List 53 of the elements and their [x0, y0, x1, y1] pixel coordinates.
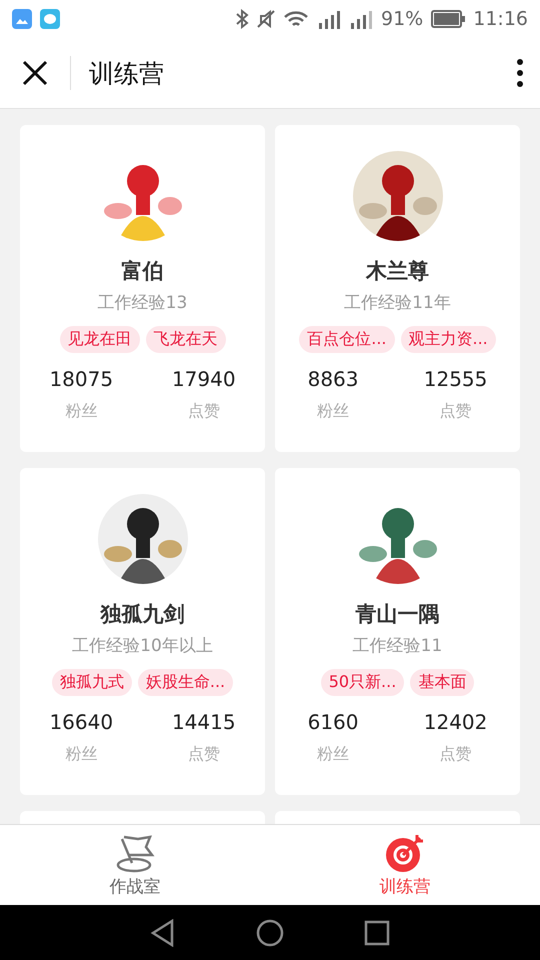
- coach-name: 独孤九剑: [100, 601, 184, 628]
- stat-value: 8863: [308, 367, 359, 391]
- coach-name: 木兰尊: [366, 258, 429, 285]
- stat-label: 点赞: [188, 401, 220, 422]
- stat-label: 点赞: [188, 744, 220, 765]
- experience-text: 工作经验13: [98, 292, 188, 314]
- battery-icon: [431, 10, 466, 28]
- coach-card[interactable]: 青山一隅 工作经验11 50只新... 基本面 6160 粉丝 12402 点赞: [275, 468, 520, 795]
- page-title: 训练营: [89, 58, 164, 90]
- experience-text: 工作经验11: [352, 635, 442, 657]
- coach-name: 青山一隅: [356, 601, 440, 628]
- battery-percent: 91%: [381, 8, 424, 30]
- experience-text: 工作经验10年以上: [72, 635, 213, 657]
- stat-label: 点赞: [440, 744, 472, 765]
- stat-value: 17940: [172, 367, 236, 391]
- signal-icon: [317, 9, 341, 29]
- stat-label: 点赞: [440, 401, 472, 422]
- stat-value: 12402: [424, 710, 488, 734]
- close-icon[interactable]: [22, 60, 48, 86]
- target-icon: [384, 832, 426, 872]
- stat-value: 6160: [308, 710, 359, 734]
- experience-text: 工作经验11年: [344, 292, 451, 314]
- stat-label: 粉丝: [317, 744, 350, 765]
- coach-card[interactable]: 木兰尊 工作经验11年 百点仓位... 观主力资... 8863 粉丝 12555 点赞: [275, 125, 520, 452]
- stat-label: 粉丝: [65, 744, 98, 765]
- more-icon[interactable]: [516, 58, 524, 88]
- skill-tag: 见龙在田: [60, 326, 140, 353]
- stat-label: 粉丝: [317, 401, 350, 422]
- stat-value: 12555: [424, 367, 488, 391]
- flag-icon: [114, 832, 156, 872]
- back-icon[interactable]: [150, 918, 176, 946]
- home-icon[interactable]: [256, 918, 284, 946]
- skill-tag: 独孤九式: [52, 669, 132, 696]
- mute-icon: [257, 9, 275, 29]
- coach-card[interactable]: 富伯 工作经验13 见龙在田 飞龙在天 18075 粉丝 17940 点赞: [20, 125, 265, 452]
- stat-value: 18075: [49, 367, 114, 391]
- gallery-icon: [12, 9, 32, 29]
- coach-card[interactable]: 独孤九剑 工作经验10年以上 独孤九式 妖股生命... 16640 粉丝 14415 点赞: [20, 468, 265, 795]
- stat-value: 16640: [49, 710, 114, 734]
- bluetooth-icon: [235, 9, 249, 29]
- skill-tag: 观主力资...: [400, 326, 496, 353]
- coach-name: 富伯: [122, 258, 164, 285]
- stat-value: 14415: [172, 710, 236, 734]
- skill-tag: 百点仓位...: [299, 326, 394, 353]
- signal-icon: [349, 9, 373, 29]
- clock-time: 11:16: [473, 8, 528, 30]
- skill-tag: 基本面: [410, 669, 474, 696]
- skill-tag: 50只新...: [320, 669, 404, 696]
- skill-tag: 妖股生命...: [138, 669, 234, 696]
- skill-tag: 飞龙在天: [146, 326, 226, 353]
- stat-label: 粉丝: [65, 401, 98, 422]
- recents-icon[interactable]: [364, 920, 390, 946]
- chat-icon: [40, 9, 60, 29]
